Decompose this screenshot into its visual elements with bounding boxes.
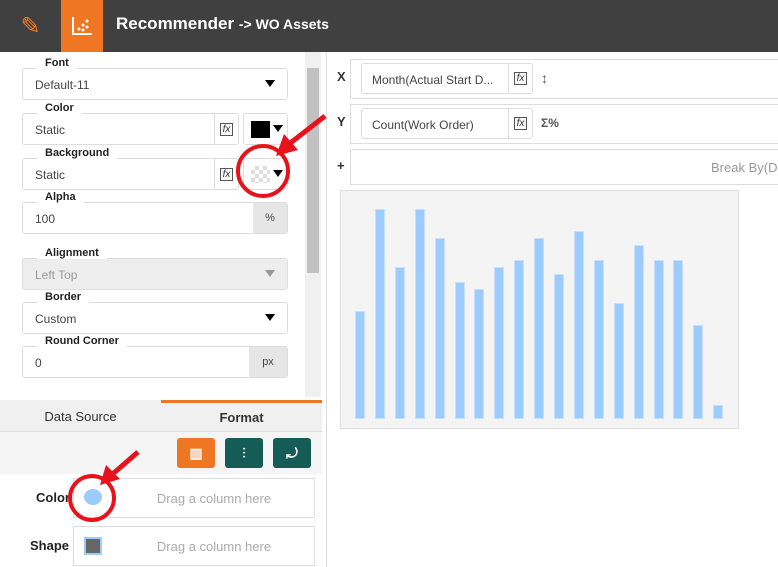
bar[interactable] [534,238,545,419]
swap-button[interactable]: ⤾ [273,438,311,468]
bar[interactable] [713,404,724,419]
subtitle-text: -> WO Assets [238,16,329,32]
background-value: Static [35,168,66,182]
alignment-value: Left Top [35,268,78,282]
bar[interactable] [633,245,644,419]
chevron-down-icon [265,314,275,321]
color-binding-label: Color [36,490,70,505]
bar[interactable] [653,259,664,419]
y-field-pill[interactable]: Count(Work Order) fx [361,108,533,139]
px-unit: px [249,347,287,377]
bar[interactable] [355,310,365,419]
bar[interactable] [613,303,624,419]
aggregate-icon[interactable]: Σ% [541,116,559,130]
shape-drop-zone[interactable]: Drag a column here [73,526,315,566]
y-axis-label: Y [337,114,346,129]
tab-format[interactable]: Format [161,400,322,432]
page-title: Recommender -> WO Assets [116,14,329,34]
bar[interactable] [414,209,425,419]
percent-unit: % [253,203,287,233]
sort-icon[interactable]: ↕ [541,70,548,86]
font-label: Font [37,57,77,69]
shape-binding-label: Shape [30,538,70,553]
border-label: Border [37,291,90,303]
app-logo-icon[interactable]: ✎ [0,0,61,52]
chevron-down-icon [265,270,275,277]
fx-text: fx [219,122,234,136]
font-select[interactable]: Font Default-11 [22,57,288,100]
annotation-arrow-icon [276,114,327,156]
bar[interactable] [514,259,525,419]
fx-icon[interactable]: fx [508,64,532,93]
bar-chart-button[interactable]: ▥ [177,438,215,468]
format-panel: Font Default-11 Color Static fx Background S… [0,52,322,397]
x-axis-label: X [337,69,346,84]
color-label: Color [37,102,82,114]
break-by-placeholder: Break By(Di [711,160,778,175]
break-by-row[interactable]: Break By(Di [350,149,778,185]
bar[interactable] [494,267,505,419]
color-field[interactable]: Color Static fx [22,102,239,145]
x-field-pill[interactable]: Month(Actual Start D... fx [361,63,533,94]
alignment-select: Alignment Left Top [22,247,288,290]
x-field-text: Month(Actual Start D... [372,73,494,87]
bar[interactable] [554,274,564,419]
x-binding-row[interactable]: Month(Actual Start D... fx ↕ [350,59,778,99]
bar[interactable] [474,288,485,419]
add-break-icon[interactable]: + [337,158,345,173]
font-value: Default-11 [35,78,90,92]
bar-chart [340,190,739,429]
annotation-arrow-icon [100,450,140,485]
bar[interactable] [454,281,465,419]
color-swatch [251,121,270,138]
scrollbar-thumb[interactable] [307,68,319,273]
y-field-text: Count(Work Order) [372,118,474,132]
fx-icon[interactable]: fx [508,109,532,138]
fx-icon[interactable]: fx [214,158,238,190]
alpha-input[interactable]: Alpha 100% [22,191,288,234]
bar[interactable] [573,231,584,419]
round-corner-input[interactable]: Round Corner 0 px [22,335,288,378]
format-toolbar: ▥ ⫶ ⤾ [0,432,322,474]
round-corner-value: 0 [35,356,42,370]
background-field[interactable]: Background Static fx [22,147,239,190]
border-select[interactable]: Border Custom [22,291,288,334]
chart-type-icon[interactable] [61,0,103,52]
title-text: Recommender [116,14,235,33]
border-value: Custom [35,312,77,326]
tab-data-source[interactable]: Data Source [0,400,161,432]
bar[interactable] [673,259,684,419]
alignment-label: Alignment [37,247,107,259]
chevron-down-icon [265,80,275,87]
background-label: Background [37,147,118,159]
panel-tabs: Data Source Format [0,400,322,432]
bar[interactable] [593,259,604,419]
bar[interactable] [394,267,405,419]
bar[interactable] [374,209,385,419]
top-bar: ✎ Recommender -> WO Assets [0,0,778,52]
alpha-label: Alpha [37,191,84,203]
fx-icon[interactable]: fx [214,113,238,145]
align-button[interactable]: ⫶ [225,438,263,468]
color-value: Static [35,123,66,137]
round-corner-label: Round Corner [37,335,127,347]
bar[interactable] [434,238,445,419]
y-binding-row[interactable]: Count(Work Order) fx Σ% [350,104,778,144]
shape-placeholder: Drag a column here [156,539,272,554]
bar[interactable] [693,325,704,419]
alpha-value: 100 [35,212,56,226]
